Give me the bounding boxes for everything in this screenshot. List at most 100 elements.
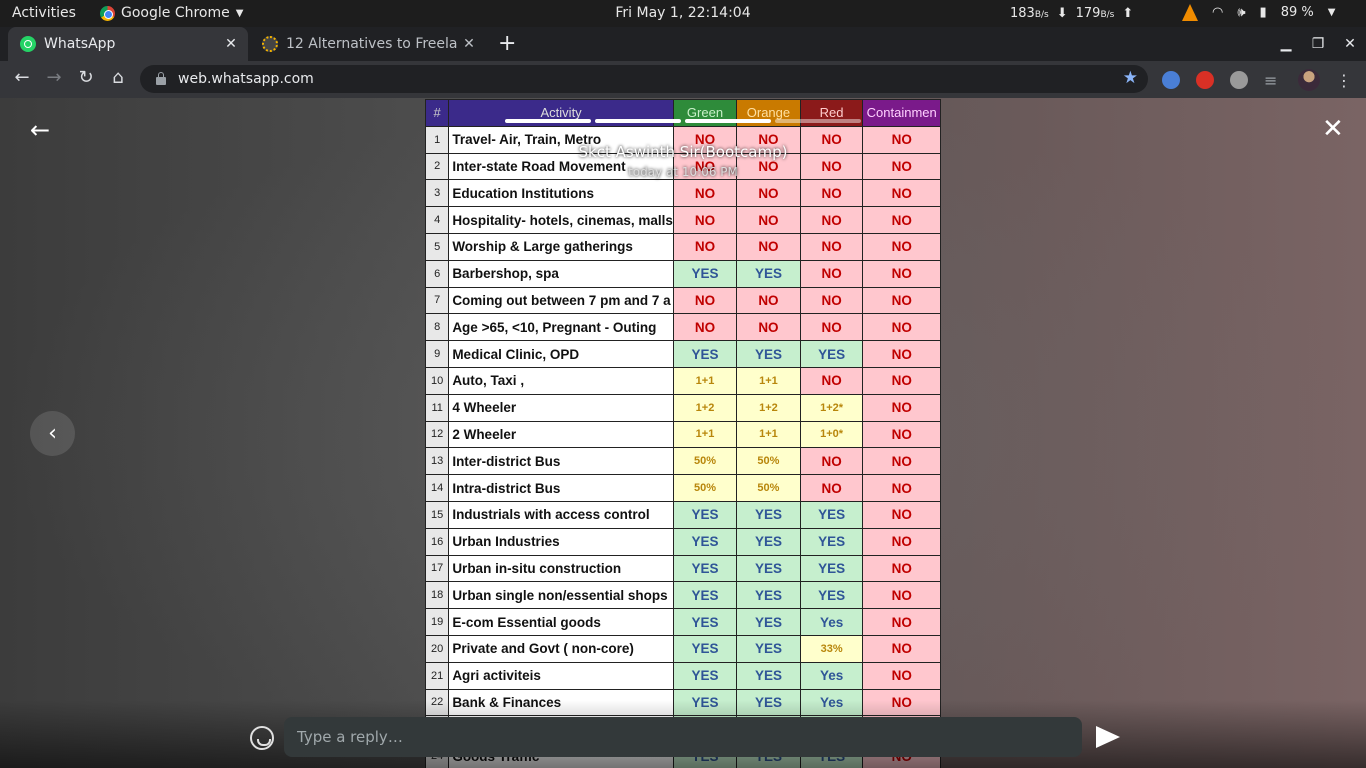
close-tab-icon[interactable]: ✕ (220, 36, 242, 52)
close-window-icon[interactable]: ✕ (1334, 36, 1366, 52)
activity-cell: Education Institutions (448, 179, 674, 208)
chevron-left-icon: ‹ (48, 421, 57, 446)
volume-icon[interactable]: 🕪 (1237, 5, 1245, 20)
row-number: 6 (425, 259, 450, 288)
containment-cell: NO (862, 366, 941, 395)
activity-cell: Agri activiteis (448, 661, 674, 690)
activity-cell: Intra-district Bus (448, 474, 674, 502)
tab-alternatives[interactable]: 12 Alternatives to Freelan ✕ (250, 27, 486, 61)
containment-cell: NO (862, 447, 941, 476)
site-favicon-icon (262, 36, 278, 52)
containment-cell: NO (862, 634, 941, 663)
row-number: 7 (425, 286, 450, 315)
containment-cell: NO (862, 313, 941, 342)
containment-cell: NO (862, 500, 941, 529)
system-top-bar: Activities Google Chrome ▼ Fri May 1, 22… (0, 0, 1366, 27)
containment-cell: NO (862, 581, 941, 610)
row-number: 11 (425, 393, 450, 422)
vlc-icon[interactable] (1182, 4, 1198, 21)
green-zone-cell: 50% (672, 447, 738, 476)
upload-arrow-icon: ⬆ (1122, 6, 1134, 21)
activity-cell: Medical Clinic, OPD (448, 340, 674, 368)
activity-cell: Urban Industries (448, 527, 674, 556)
activity-cell: 2 Wheeler (448, 420, 674, 449)
red-zone-cell: YES (799, 527, 864, 556)
table-row: 14 Intra-district Bus 50% 50% NO NO (425, 474, 941, 502)
emoji-icon[interactable] (250, 726, 274, 750)
row-number: 9 (425, 340, 450, 368)
red-zone-cell: YES (799, 554, 864, 583)
green-zone-cell: NO (672, 313, 738, 342)
tab-whatsapp[interactable]: WhatsApp ✕ (8, 27, 248, 61)
table-row: 11 4 Wheeler 1+2 1+2 1+2* NO (425, 393, 941, 422)
containment-cell: NO (862, 206, 941, 234)
lock-icon[interactable] (156, 72, 166, 85)
table-row: 20 Private and Govt ( non-core) YES YES 33% N… (425, 634, 941, 663)
orange-zone-cell: 1+2 (736, 393, 801, 422)
table-row: 15 Industrials with access control YES YES Y… (425, 500, 941, 529)
containment-cell: NO (862, 232, 941, 261)
send-icon[interactable] (1094, 724, 1120, 750)
media-control-icon[interactable]: ≡ (1264, 71, 1282, 90)
battery-icon[interactable]: ▮ (1260, 5, 1267, 20)
progress-segment (595, 119, 681, 123)
battery-percent: 89 % (1280, 5, 1314, 20)
reply-input[interactable] (284, 717, 1082, 757)
red-zone-cell: YES (799, 340, 864, 368)
extension-cube-icon[interactable] (1162, 71, 1180, 89)
progress-segment (505, 119, 591, 123)
activity-cell: Private and Govt ( non-core) (448, 634, 674, 663)
green-zone-cell: 1+1 (672, 420, 738, 449)
restore-icon[interactable]: ❐ (1302, 36, 1334, 52)
row-number: 20 (425, 634, 450, 663)
clock[interactable]: Fri May 1, 22:14:04 (0, 5, 1366, 21)
orange-zone-cell: YES (736, 554, 801, 583)
forward-icon[interactable]: → (42, 67, 66, 88)
red-zone-cell: NO (799, 366, 864, 395)
address-bar[interactable]: web.whatsapp.com ★ (140, 65, 1148, 93)
orange-zone-cell: NO (736, 286, 801, 315)
table-row: 10 Auto, Taxi , 1+1 1+1 NO NO (425, 366, 941, 395)
table-row: 5 Worship & Large gatherings NO NO NO NO (425, 232, 941, 261)
extension-hand-icon[interactable] (1196, 71, 1214, 89)
bookmark-star-icon[interactable]: ★ (1123, 68, 1138, 88)
new-tab-icon[interactable]: + (498, 31, 516, 56)
activity-cell: Inter-district Bus (448, 447, 674, 476)
status-image: # Activity Green Orange Red Containmen 1… (425, 99, 941, 768)
containment-cell: NO (862, 179, 941, 208)
extension-circle-icon[interactable] (1230, 71, 1248, 89)
back-icon[interactable]: ← (10, 67, 34, 88)
containment-cell: NO (862, 661, 941, 690)
orange-zone-cell: YES (736, 527, 801, 556)
menu-kebab-icon[interactable]: ⋮ (1336, 71, 1354, 90)
containment-cell: NO (862, 286, 941, 315)
system-tray[interactable]: ◠ 🕪 ▮ 89 % ▼ (1182, 4, 1335, 21)
network-speed: 183B/s ⬇ 179B/s ⬆ (1010, 6, 1134, 21)
table-row: 9 Medical Clinic, OPD YES YES YES NO (425, 340, 941, 368)
close-tab-icon[interactable]: ✕ (458, 36, 480, 52)
activity-cell: E-com Essential goods (448, 608, 674, 636)
previous-media-button[interactable]: ‹ (30, 411, 75, 456)
chevron-down-icon[interactable]: ▼ (1328, 7, 1336, 18)
orange-zone-cell: NO (736, 313, 801, 342)
containment-cell: NO (862, 420, 941, 449)
home-icon[interactable]: ⌂ (106, 67, 130, 88)
table-row: 13 Inter-district Bus 50% 50% NO NO (425, 447, 941, 476)
profile-avatar[interactable] (1298, 69, 1320, 91)
activity-cell: Urban single non/essential shops (448, 581, 674, 610)
row-number: 19 (425, 608, 450, 636)
header-containment: Containmen (862, 99, 941, 127)
reload-icon[interactable]: ↻ (74, 67, 98, 88)
back-arrow-icon[interactable]: ← (30, 116, 50, 144)
wifi-icon[interactable]: ◠ (1212, 5, 1223, 20)
red-zone-cell: 33% (799, 634, 864, 663)
minimize-icon[interactable]: ▁ (1270, 36, 1302, 52)
close-icon[interactable]: ✕ (1322, 114, 1344, 144)
url-text[interactable]: web.whatsapp.com (178, 71, 314, 87)
red-zone-cell: Yes (799, 608, 864, 636)
orange-zone-cell: YES (736, 661, 801, 690)
tab-title: WhatsApp (44, 36, 116, 52)
activity-cell: Industrials with access control (448, 500, 674, 529)
green-zone-cell: YES (672, 259, 738, 288)
activity-cell: Age >65, <10, Pregnant - Outing (448, 313, 674, 342)
